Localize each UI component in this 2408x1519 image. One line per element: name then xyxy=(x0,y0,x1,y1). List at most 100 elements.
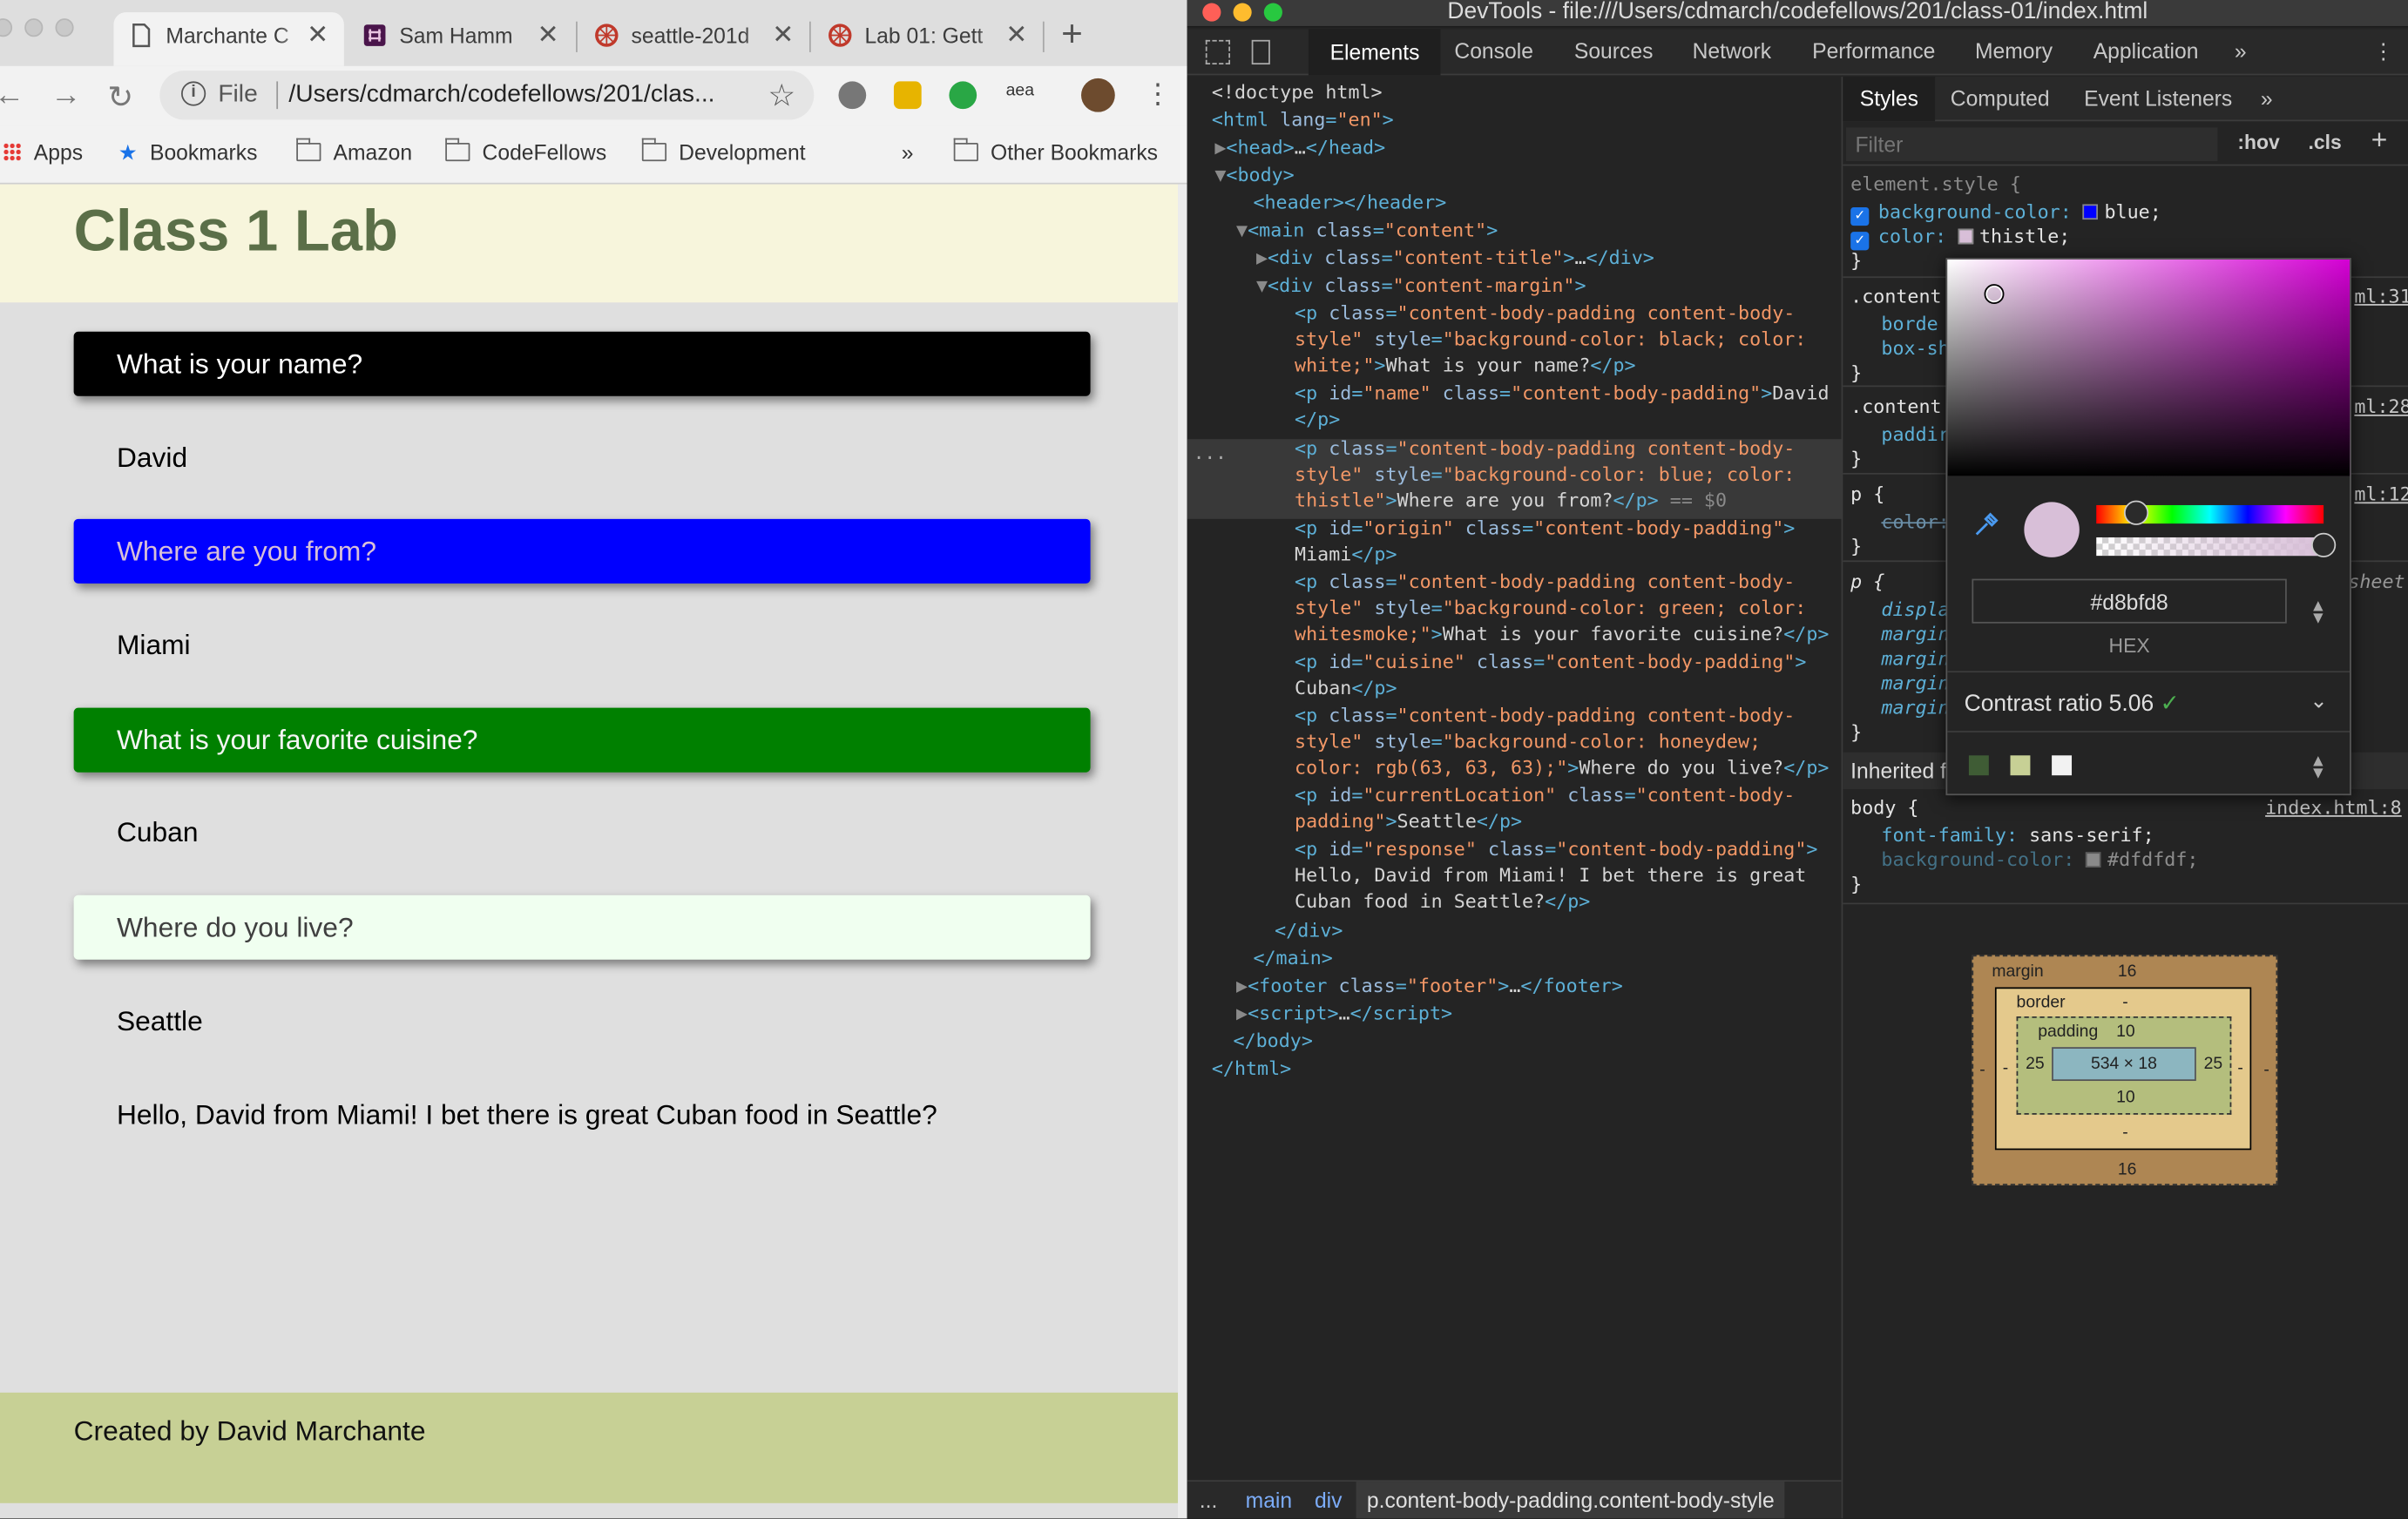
dom-line[interactable]: <p class="content-body-padding content-b… xyxy=(1295,570,1795,597)
devtools-zoom-button[interactable] xyxy=(1263,3,1282,22)
padding-top-value[interactable]: 10 xyxy=(2116,1023,2135,1041)
bookmark-amazon[interactable]: Amazon xyxy=(295,138,412,165)
prop-name[interactable]: borde xyxy=(1881,312,1938,337)
back-arrow-icon[interactable]: ← xyxy=(0,78,24,114)
chevron-down-icon[interactable]: ⌄ xyxy=(2310,688,2328,714)
palette-swatch[interactable] xyxy=(2010,755,2031,776)
color-swatch[interactable] xyxy=(2082,204,2099,220)
tab-network[interactable]: Network xyxy=(1693,38,1772,63)
dom-line[interactable]: ▼<body> xyxy=(1214,163,1294,190)
close-tab-icon[interactable]: ✕ xyxy=(538,20,559,51)
dom-line[interactable]: <p class="content-body-padding content-b… xyxy=(1295,703,1795,730)
color-swatch[interactable] xyxy=(1958,228,1973,245)
subtab-computed[interactable]: Computed xyxy=(1951,86,2050,111)
dom-line[interactable]: ▶<div class="content-title">…</div> xyxy=(1256,246,1654,273)
border-bottom-value[interactable]: - xyxy=(2122,1124,2127,1142)
tabs-overflow-button[interactable]: » xyxy=(2235,38,2247,63)
prop-name[interactable]: box-sh xyxy=(1881,336,1949,361)
box-model-margin[interactable]: margin 16 16 - - border - - - - padding … xyxy=(1972,955,2278,1185)
breadcrumb-div[interactable]: div xyxy=(1315,1488,1343,1512)
hex-input[interactable] xyxy=(1972,578,2287,624)
checkbox-icon[interactable]: ✓ xyxy=(1850,232,1870,251)
extension-notes-icon[interactable] xyxy=(893,81,922,110)
padding-bottom-value[interactable]: 10 xyxy=(2116,1089,2135,1107)
prop-name[interactable]: background-color: xyxy=(1878,201,2072,223)
tab-memory[interactable]: Memory xyxy=(1975,38,2053,63)
rule-source-link[interactable]: ml:28 xyxy=(2354,395,2408,420)
page-scrollbar[interactable] xyxy=(1178,184,1187,1519)
subtab-event-listeners[interactable]: Event Listeners xyxy=(2084,86,2232,111)
bookmark-apps[interactable]: Apps xyxy=(3,139,84,165)
tab-lab-01[interactable]: Lab 01: Gett ✕ xyxy=(813,12,1043,66)
dom-line[interactable]: <p id="name" class="content-body-padding… xyxy=(1295,381,1829,408)
hover-state-toggle[interactable]: :hov xyxy=(2237,131,2279,153)
border-top-value[interactable]: - xyxy=(2122,994,2127,1012)
margin-bottom-value[interactable]: 16 xyxy=(2118,1161,2137,1179)
dom-line[interactable]: whitesmoke;">What is your favorite cuisi… xyxy=(1295,622,1829,649)
dom-line[interactable]: </body> xyxy=(1234,1029,1313,1056)
dom-line[interactable]: style" style="background-color: black; c… xyxy=(1295,327,1806,354)
dom-line[interactable]: ▼<main class="content"> xyxy=(1236,218,1498,245)
checkbox-icon[interactable]: ✓ xyxy=(1850,206,1870,226)
dom-line[interactable]: style" style="background-color: honeydew… xyxy=(1295,729,1761,756)
prop-value[interactable]: blue; xyxy=(2105,201,2161,223)
format-toggle-icon[interactable]: ▲ ▼ xyxy=(2310,598,2326,627)
tab-marchante[interactable]: Marchante C ✕ xyxy=(113,12,344,66)
address-bar[interactable]: i File /Users/cdmarch/codefellows/201/cl… xyxy=(159,71,815,120)
dom-line[interactable]: </html> xyxy=(1212,1057,1291,1084)
style-prop-background-color[interactable]: ✓ background-color: blue; xyxy=(1850,199,2161,226)
alpha-slider-thumb[interactable] xyxy=(2311,532,2337,557)
close-tab-icon[interactable]: ✕ xyxy=(307,20,328,51)
profile-avatar[interactable] xyxy=(1081,78,1115,112)
subtab-styles[interactable]: Styles xyxy=(1843,77,1936,122)
inspect-element-icon[interactable] xyxy=(1205,39,1231,65)
extension-amazon-icon[interactable]: aea xyxy=(1006,81,1034,99)
elements-dom-tree[interactable]: ... <!doctype html> <html lang="en"> ▶<h… xyxy=(1187,77,1842,1481)
prop-name[interactable]: font-family: xyxy=(1881,825,2018,847)
box-model-content[interactable]: 534 × 18 xyxy=(2052,1047,2196,1082)
tab-console[interactable]: Console xyxy=(1454,38,1533,63)
saturation-value-handle[interactable] xyxy=(1984,284,2005,305)
bookmark-codefellows[interactable]: CodeFellows xyxy=(444,138,606,165)
class-toggle[interactable]: .cls xyxy=(2308,131,2341,153)
eyedropper-icon[interactable] xyxy=(1972,511,1999,539)
dom-line[interactable]: Miami</p> xyxy=(1295,542,1397,569)
prop-name[interactable]: color: xyxy=(1878,226,1946,247)
style-prop-font-family[interactable]: font-family: sans-serif; xyxy=(1881,823,2154,848)
palette-swatch[interactable] xyxy=(1968,755,1989,776)
tab-performance[interactable]: Performance xyxy=(1812,38,1935,63)
dom-line[interactable]: <header></header> xyxy=(1253,191,1446,218)
tab-seattle-201d[interactable]: seattle-201d ✕ xyxy=(579,12,809,66)
breadcrumb-main[interactable]: main xyxy=(1246,1488,1293,1512)
dom-line[interactable]: white;">What is your name?</p> xyxy=(1295,353,1636,380)
rule-selector[interactable]: body { xyxy=(1850,795,1918,820)
devtools-menu-icon[interactable]: ⋮ xyxy=(2373,38,2395,64)
dom-line[interactable]: <p id="response" class="content-body-pad… xyxy=(1295,837,1817,864)
new-tab-button[interactable]: + xyxy=(1061,14,1083,57)
rule-selector[interactable]: p { xyxy=(1850,570,1884,595)
dom-line[interactable]: <p id="currentLocation" class="content-b… xyxy=(1295,783,1795,810)
dom-line[interactable]: </p> xyxy=(1295,407,1340,434)
tab-application[interactable]: Application xyxy=(2093,38,2199,63)
box-model-border[interactable]: border - - - - padding 10 10 25 25 534 ×… xyxy=(1994,987,2252,1151)
dom-line[interactable]: <!doctype html> xyxy=(1212,80,1383,107)
breadcrumb-ellipsis[interactable]: ... xyxy=(1200,1488,1218,1512)
padding-right-value[interactable]: 25 xyxy=(2204,1055,2223,1073)
dom-line[interactable]: style" style="background-color: green; c… xyxy=(1295,596,1806,623)
dom-line-selected[interactable]: style" style="background-color: blue; co… xyxy=(1295,462,1795,489)
dom-line[interactable]: <p id="cuisine" class="content-body-padd… xyxy=(1295,650,1806,677)
extension-pen-icon[interactable] xyxy=(838,81,867,110)
styles-filter-input[interactable] xyxy=(1845,127,2218,162)
tab-sam-hamm[interactable]: Sam Hamm ✕ xyxy=(347,12,574,66)
info-icon[interactable]: i xyxy=(181,81,206,106)
reload-icon[interactable]: ↻ xyxy=(107,78,133,117)
margin-top-value[interactable]: 16 xyxy=(2118,962,2137,981)
window-zoom-button[interactable] xyxy=(55,18,74,37)
dom-line[interactable]: Cuban</p> xyxy=(1295,676,1397,703)
rule-source-link[interactable]: ml:12 xyxy=(2354,483,2408,508)
prop-value[interactable]: #dfdfdf; xyxy=(2107,849,2198,871)
new-rule-button[interactable]: + xyxy=(2371,125,2388,157)
dom-line[interactable]: <html lang="en"> xyxy=(1212,107,1394,134)
saturation-value-area[interactable] xyxy=(1947,259,2351,476)
dom-line[interactable]: padding">Seattle</p> xyxy=(1295,809,1522,836)
